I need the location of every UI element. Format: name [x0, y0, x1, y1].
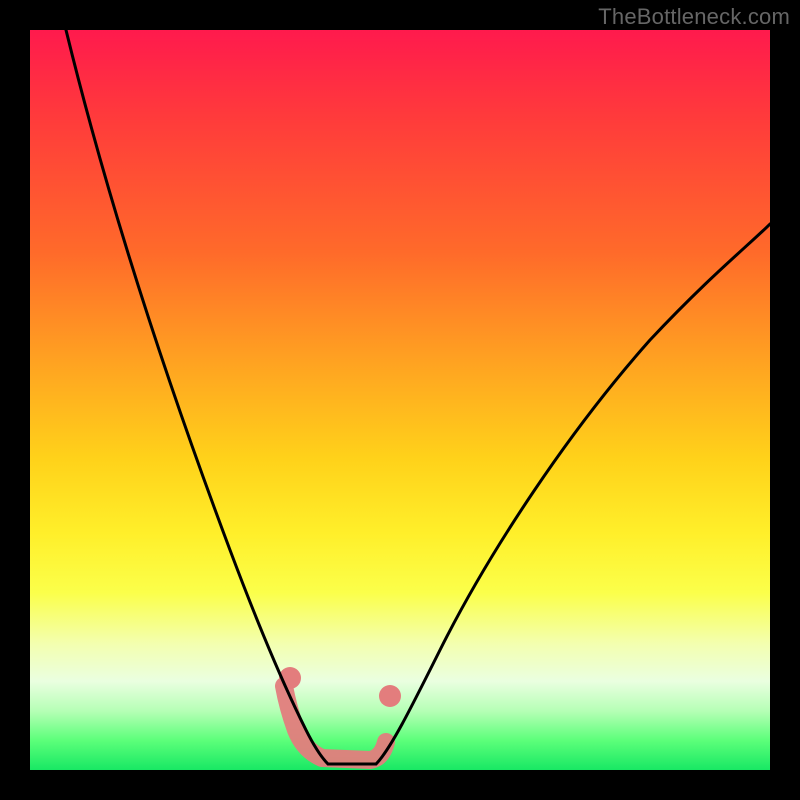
curve-right-arm: [376, 224, 770, 764]
plot-area: [30, 30, 770, 770]
bottleneck-highlight: [284, 686, 386, 760]
watermark-label: TheBottleneck.com: [598, 4, 790, 30]
curves-svg: [30, 30, 770, 770]
curve-left-arm: [66, 30, 328, 764]
chart-stage: TheBottleneck.com: [0, 0, 800, 800]
highlight-dot-right: [379, 685, 401, 707]
